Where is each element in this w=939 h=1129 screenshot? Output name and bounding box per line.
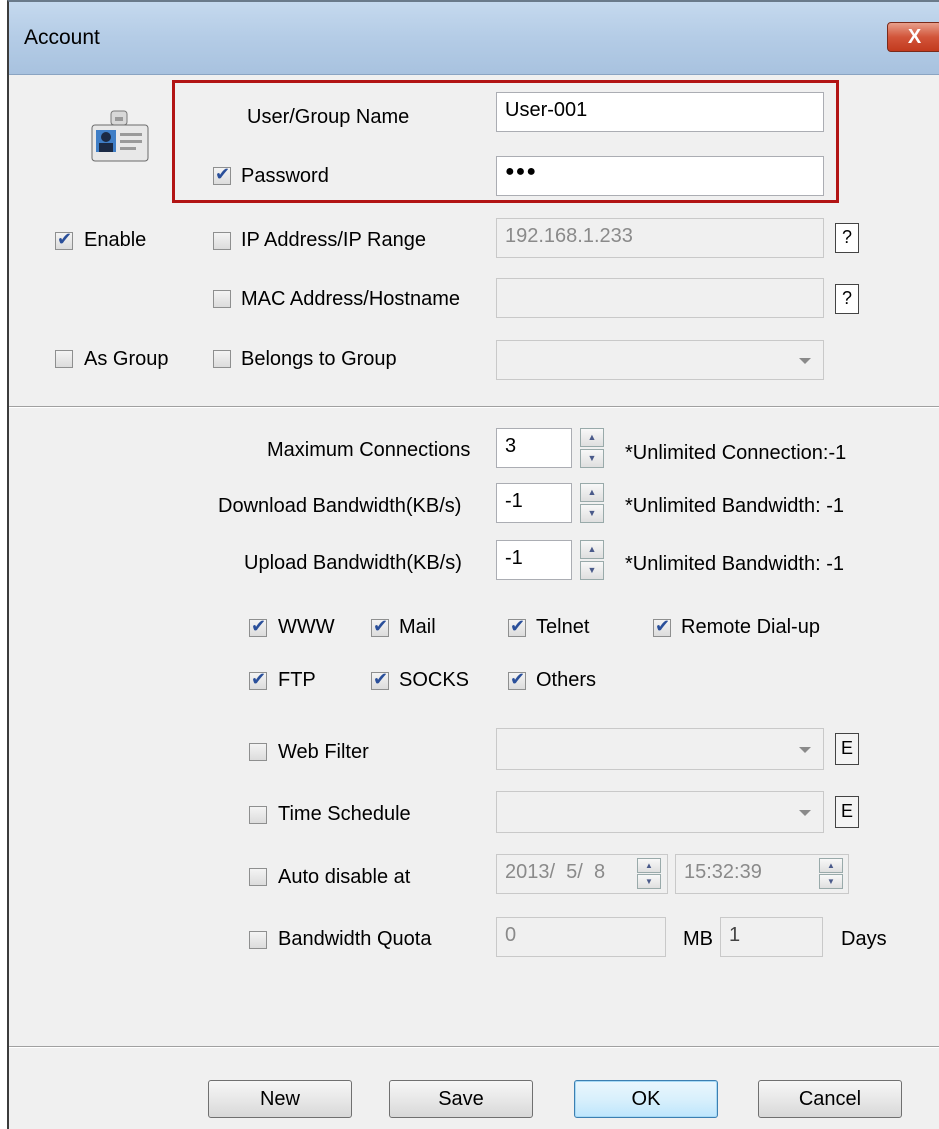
upload-bandwidth-input[interactable]: -1 [496, 540, 572, 580]
close-icon: X [907, 26, 922, 48]
password-checkbox[interactable] [213, 164, 231, 185]
time-schedule-checkbox[interactable] [249, 806, 267, 824]
time-schedule-edit-button[interactable]: E [835, 796, 859, 828]
password-input[interactable]: ●●● [496, 156, 824, 196]
service-remote-dialup-checkbox[interactable] [653, 616, 671, 637]
ip-address-label: IP Address/IP Range [241, 229, 426, 251]
service-www-label: WWW [278, 616, 335, 638]
mac-help-button[interactable]: ? [835, 284, 859, 314]
web-filter-dropdown-arrow-icon[interactable] [799, 747, 811, 753]
service-www-checkbox[interactable] [249, 616, 267, 637]
divider-top [9, 406, 939, 408]
service-others-label: Others [536, 669, 597, 691]
mac-address-label: MAC Address/Hostname [241, 288, 460, 310]
spin-up-icon[interactable]: ▲ [580, 483, 604, 502]
as-group-label: As Group [84, 348, 169, 370]
bandwidth-quota-days-label: Days [841, 928, 887, 950]
max-connections-note: *Unlimited Connection:-1 [625, 442, 847, 464]
service-others-checkbox[interactable] [508, 669, 526, 690]
spin-down-icon[interactable]: ▼ [580, 561, 604, 580]
auto-disable-checkbox[interactable] [249, 868, 267, 886]
bandwidth-quota-days-input[interactable]: 1 [720, 917, 823, 957]
service-socks-label: SOCKS [399, 669, 470, 691]
belongs-to-group-label: Belongs to Group [241, 348, 397, 370]
service-mail-checkbox[interactable] [371, 616, 389, 637]
service-remote-dialup-label: Remote Dial-up [681, 616, 820, 638]
auto-disable-time-spinner[interactable]: ▲ ▼ [819, 858, 843, 890]
cancel-button[interactable]: Cancel [758, 1080, 902, 1118]
save-button[interactable]: Save [389, 1080, 533, 1118]
download-bandwidth-note: *Unlimited Bandwidth: -1 [625, 495, 844, 517]
max-connections-label: Maximum Connections [267, 439, 471, 461]
belongs-to-group-select[interactable] [496, 340, 824, 380]
service-mail-label: Mail [399, 616, 436, 638]
web-filter-checkbox[interactable] [249, 743, 267, 761]
max-connections-spinner[interactable]: ▲ ▼ [580, 428, 604, 468]
download-bandwidth-label: Download Bandwidth(KB/s) [218, 495, 462, 517]
bandwidth-quota-checkbox[interactable] [249, 931, 267, 949]
new-button[interactable]: New [208, 1080, 352, 1118]
bandwidth-quota-unit: MB [683, 928, 713, 950]
service-telnet-label: Telnet [536, 616, 590, 638]
time-schedule-label: Time Schedule [278, 803, 411, 825]
enable-checkbox[interactable] [55, 229, 73, 250]
as-group-checkbox[interactable] [55, 350, 73, 368]
bandwidth-quota-label: Bandwidth Quota [278, 928, 432, 950]
web-filter-edit-button[interactable]: E [835, 733, 859, 765]
spin-down-icon[interactable]: ▼ [819, 874, 843, 889]
time-schedule-select[interactable] [496, 791, 824, 833]
close-button[interactable]: X [887, 22, 939, 52]
ok-button[interactable]: OK [574, 1080, 718, 1118]
upload-bandwidth-spinner[interactable]: ▲ ▼ [580, 540, 604, 580]
user-group-name-label: User/Group Name [247, 106, 410, 128]
spin-up-icon[interactable]: ▲ [819, 858, 843, 873]
spin-up-icon[interactable]: ▲ [637, 858, 661, 873]
ip-address-input[interactable]: 192.168.1.233 [496, 218, 824, 258]
user-card-icon [89, 109, 151, 167]
window-title: Account [24, 26, 100, 49]
user-group-name-input[interactable]: User-001 [496, 92, 824, 132]
title-bar: Account X [9, 2, 939, 75]
upload-bandwidth-note: *Unlimited Bandwidth: -1 [625, 553, 844, 575]
download-bandwidth-input[interactable]: -1 [496, 483, 572, 523]
account-dialog: Account X User/Group Name User-001 Passw… [7, 0, 939, 1129]
password-label: Password [241, 165, 329, 187]
spin-down-icon[interactable]: ▼ [580, 504, 604, 523]
spin-up-icon[interactable]: ▲ [580, 428, 604, 447]
enable-label: Enable [84, 229, 147, 251]
time-schedule-dropdown-arrow-icon[interactable] [799, 810, 811, 816]
divider-bottom [9, 1046, 939, 1048]
ip-address-checkbox[interactable] [213, 232, 231, 250]
belongs-to-group-checkbox[interactable] [213, 350, 231, 368]
mac-address-input[interactable] [496, 278, 824, 318]
service-telnet-checkbox[interactable] [508, 616, 526, 637]
service-ftp-checkbox[interactable] [249, 669, 267, 690]
web-filter-select[interactable] [496, 728, 824, 770]
spin-down-icon[interactable]: ▼ [637, 874, 661, 889]
max-connections-input[interactable]: 3 [496, 428, 572, 468]
spin-down-icon[interactable]: ▼ [580, 449, 604, 468]
ip-help-button[interactable]: ? [835, 223, 859, 253]
auto-disable-date-spinner[interactable]: ▲ ▼ [637, 858, 661, 890]
download-bandwidth-spinner[interactable]: ▲ ▼ [580, 483, 604, 523]
upload-bandwidth-label: Upload Bandwidth(KB/s) [244, 552, 462, 574]
belongs-dropdown-arrow-icon[interactable] [799, 358, 811, 364]
auto-disable-label: Auto disable at [278, 866, 411, 888]
service-socks-checkbox[interactable] [371, 669, 389, 690]
spin-up-icon[interactable]: ▲ [580, 540, 604, 559]
mac-address-checkbox[interactable] [213, 290, 231, 308]
web-filter-label: Web Filter [278, 741, 369, 763]
service-ftp-label: FTP [278, 669, 316, 691]
bandwidth-quota-input[interactable]: 0 [496, 917, 666, 957]
